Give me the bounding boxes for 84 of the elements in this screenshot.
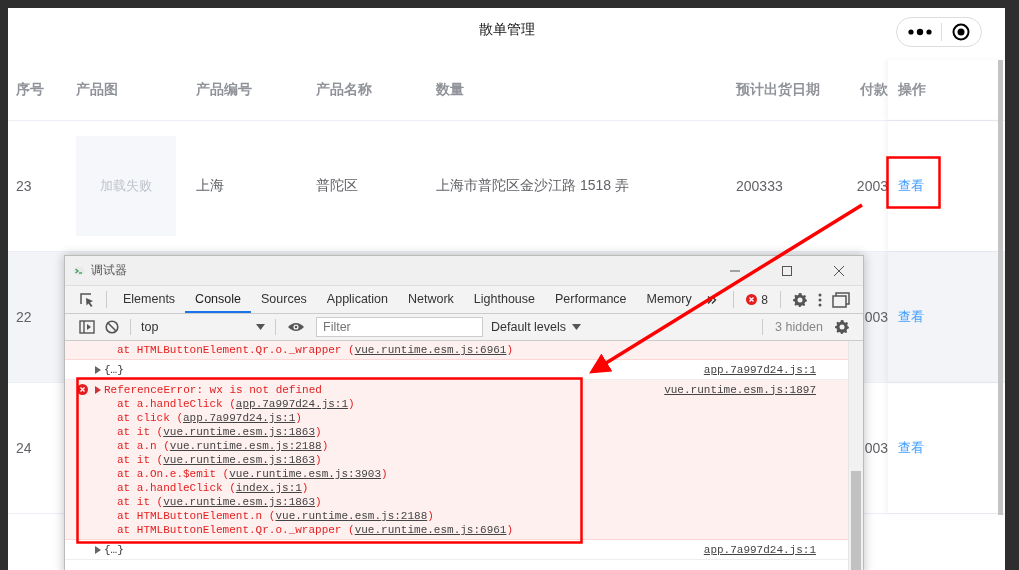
devtools-tab[interactable]: Memory	[636, 286, 702, 313]
source-link[interactable]: vue.runtime.esm.js:2188	[169, 440, 322, 452]
expand-icon[interactable]	[95, 365, 101, 374]
stack-line: at a.On.e.$emit (vue.runtime.esm.js:3903)	[116, 467, 389, 481]
table-cell: 003	[864, 309, 888, 325]
context-select[interactable]: top	[137, 320, 269, 334]
chevron-icon[interactable]	[706, 294, 717, 305]
column-header: 数量	[436, 81, 464, 99]
stack-line: at HTMLButtonElement.n (vue.runtime.esm.js:2188)	[116, 509, 435, 523]
highlight-frame	[886, 156, 941, 209]
app-icon	[73, 265, 85, 276]
scrollbar[interactable]	[848, 341, 863, 570]
filter-field[interactable]: Filter	[316, 317, 483, 337]
capsule-button[interactable]	[896, 17, 982, 47]
table-cell: 22	[16, 309, 32, 325]
settings-icon[interactable]	[792, 291, 808, 308]
object-preview[interactable]: {…}	[104, 363, 124, 376]
table-cell: 24	[16, 440, 32, 456]
source-link[interactable]: app.7a997d24.js:1	[703, 543, 816, 556]
source-link[interactable]: vue.runtime.esm.js:1897	[664, 383, 816, 396]
devtools-tab[interactable]: Network	[398, 286, 464, 313]
stack-line: at it (vue.runtime.esm.js:1863)	[116, 495, 323, 509]
stack-line: at it (vue.runtime.esm.js:1863)	[116, 453, 323, 467]
column-header: 预计出货日期	[736, 81, 820, 99]
stack-line: at it (vue.runtime.esm.js:1863)	[116, 425, 323, 439]
column-header: 序号	[16, 81, 44, 99]
caret-icon	[256, 324, 265, 330]
kebab-menu-icon[interactable]	[818, 292, 822, 307]
devtools-tab[interactable]: Application	[316, 286, 398, 313]
error-count[interactable]: 8	[740, 286, 774, 313]
object-preview[interactable]: {…}	[104, 543, 124, 556]
stack-line: at a.handleClick (app.7a997d24.js:1)	[116, 397, 356, 411]
column-header: 操作	[898, 81, 926, 99]
eye-icon[interactable]	[287, 321, 305, 333]
source-link[interactable]: vue.runtime.esm.js:1863	[163, 426, 316, 438]
source-link[interactable]: vue.runtime.esm.js:6961	[354, 344, 507, 356]
table-cell: 普陀区	[316, 177, 358, 195]
table-cell: 23	[16, 178, 32, 194]
source-link[interactable]: app.7a997d24.js:1	[183, 412, 296, 424]
stack-line: at HTMLButtonElement.Qr.o._wrapper (vue.runtime.esm.js:6961)	[116, 343, 515, 357]
inspect-icon[interactable]	[79, 291, 95, 308]
table-cell: 200333	[736, 178, 783, 194]
levels-dropdown[interactable]: Default levels	[491, 320, 582, 334]
caret-icon	[572, 324, 582, 330]
expand-icon[interactable]	[95, 385, 101, 394]
column-header: 产品编号	[196, 81, 252, 99]
table-cell: 003	[864, 440, 888, 456]
source-link[interactable]: app.7a997d24.js:1	[235, 398, 349, 410]
window-title: 调试器	[91, 262, 127, 279]
table-cell: 上海市普陀区金沙江路 1518 弄	[436, 177, 629, 195]
stack-line: at HTMLButtonElement.Qr.o._wrapper (vue.runtime.esm.js:6961)	[116, 523, 515, 537]
hidden-count: 3 hidden	[775, 320, 823, 334]
source-link[interactable]: app.7a997d24.js:1	[703, 363, 816, 376]
error-icon	[746, 294, 758, 305]
more-icon[interactable]	[907, 28, 932, 36]
settings-icon[interactable]	[834, 319, 850, 335]
page-title: 散单管理	[478, 21, 535, 39]
expand-icon[interactable]	[95, 545, 101, 554]
source-link[interactable]: vue.runtime.esm.js:1863	[163, 454, 316, 466]
maximize-icon[interactable]	[781, 264, 793, 277]
source-link[interactable]: vue.runtime.esm.js:6961	[354, 524, 507, 536]
close-icon[interactable]	[833, 264, 845, 277]
record-icon[interactable]	[952, 23, 971, 41]
table-cell: 上海	[196, 177, 224, 195]
sidebar-toggle-icon[interactable]	[79, 320, 95, 334]
dock-icon[interactable]	[832, 291, 850, 308]
source-link[interactable]: index.js:1	[235, 482, 302, 494]
devtools-tab[interactable]: Lighthouse	[463, 286, 545, 313]
column-header: 产品名称	[316, 81, 372, 99]
error-message: ReferenceError: wx is not defined	[104, 383, 322, 396]
stack-line: at a.handleClick (index.js:1)	[116, 481, 310, 495]
devtools-tab[interactable]: Elements	[113, 286, 186, 313]
scrollbar[interactable]	[998, 60, 1003, 515]
error-icon	[77, 384, 88, 395]
devtools-tab[interactable]: Sources	[251, 286, 317, 313]
clear-icon[interactable]	[105, 320, 119, 334]
source-link[interactable]: vue.runtime.esm.js:3903	[229, 468, 382, 480]
source-link[interactable]: vue.runtime.esm.js:1863	[163, 496, 316, 508]
devtools-tab[interactable]: Performance	[545, 286, 637, 313]
stack-line: at click (app.7a997d24.js:1)	[116, 411, 303, 425]
column-header: 付款	[860, 81, 888, 99]
stack-line: at a.n (vue.runtime.esm.js:2188)	[116, 439, 330, 453]
column-header: 产品图	[76, 81, 118, 99]
source-link[interactable]: vue.runtime.esm.js:2188	[275, 510, 428, 522]
